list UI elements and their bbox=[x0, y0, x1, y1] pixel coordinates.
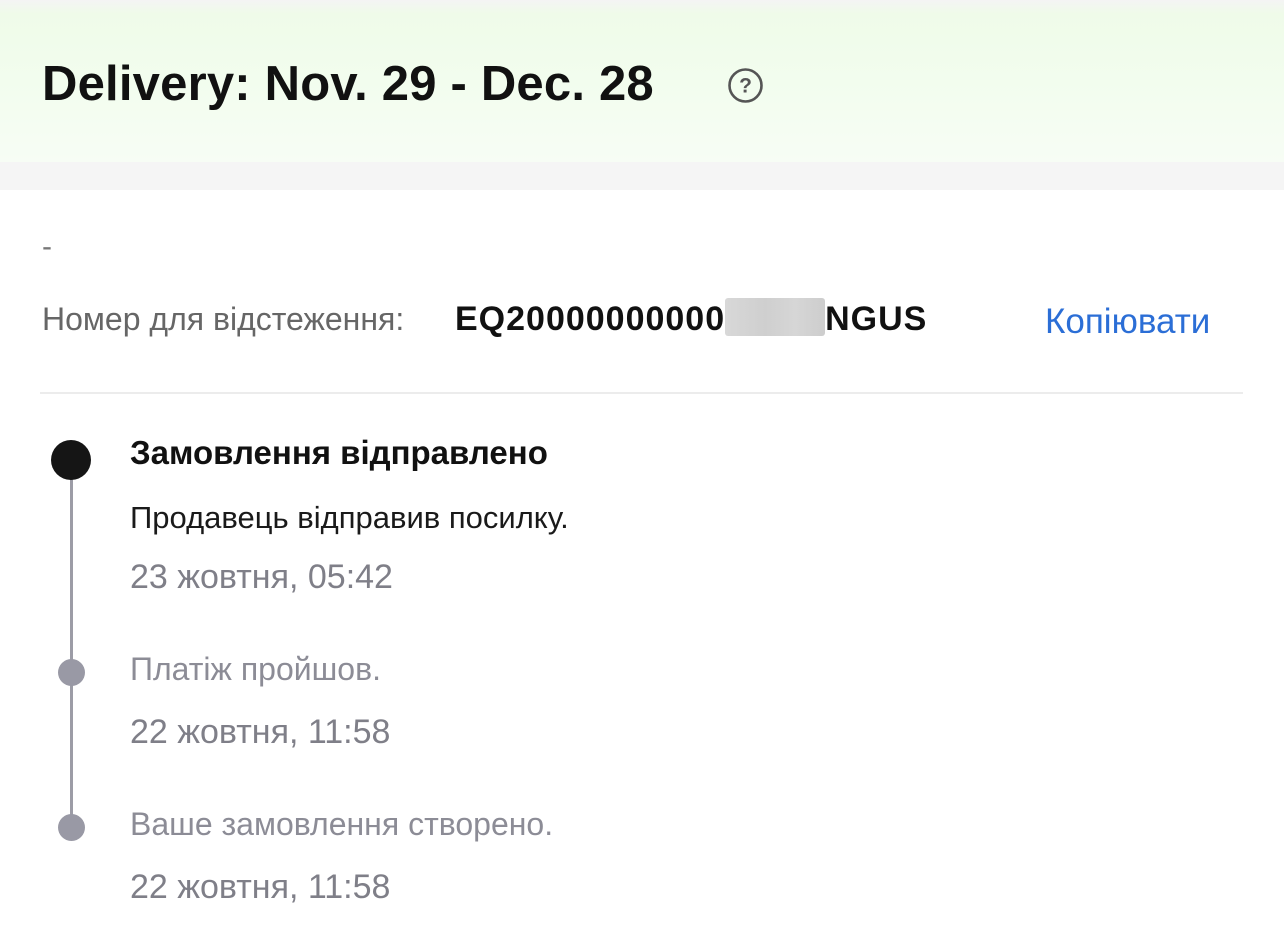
delivery-title: Delivery: Nov. 29 - Dec. 28 bbox=[42, 57, 654, 111]
tracking-number-prefix: EQ20000000000 bbox=[455, 300, 726, 338]
divider bbox=[40, 392, 1243, 394]
event-description: Ваше замовлення створено. bbox=[130, 806, 554, 842]
tracking-label: Номер для відстеження: bbox=[42, 301, 405, 337]
question-circle-icon[interactable]: ? bbox=[727, 67, 764, 104]
event-description: Платіж пройшов. bbox=[130, 651, 381, 687]
timeline-line bbox=[70, 460, 73, 828]
event-time: 22 жовтня, 11:58 bbox=[130, 868, 391, 906]
svg-text:?: ? bbox=[739, 75, 752, 98]
event-description: Продавець відправив посилку. bbox=[130, 500, 569, 535]
tracking-number-suffix: NGUS bbox=[825, 300, 928, 338]
event-title: Замовлення відправлено bbox=[130, 434, 548, 471]
redacted-segment bbox=[725, 298, 826, 336]
tracking-number: EQ20000000000 NGUS bbox=[455, 298, 927, 339]
section-separator bbox=[0, 162, 1284, 190]
timeline-dot bbox=[58, 659, 85, 686]
delivery-header: Delivery: Nov. 29 - Dec. 28 ? bbox=[0, 0, 1284, 162]
timeline-dot-active bbox=[51, 440, 91, 480]
timeline-dot bbox=[58, 814, 85, 841]
event-time: 22 жовтня, 11:58 bbox=[130, 713, 391, 751]
shipping-carrier-placeholder: - bbox=[42, 230, 52, 263]
event-time: 23 жовтня, 05:42 bbox=[130, 558, 393, 596]
copy-tracking-button[interactable]: Копіювати bbox=[1045, 302, 1210, 342]
